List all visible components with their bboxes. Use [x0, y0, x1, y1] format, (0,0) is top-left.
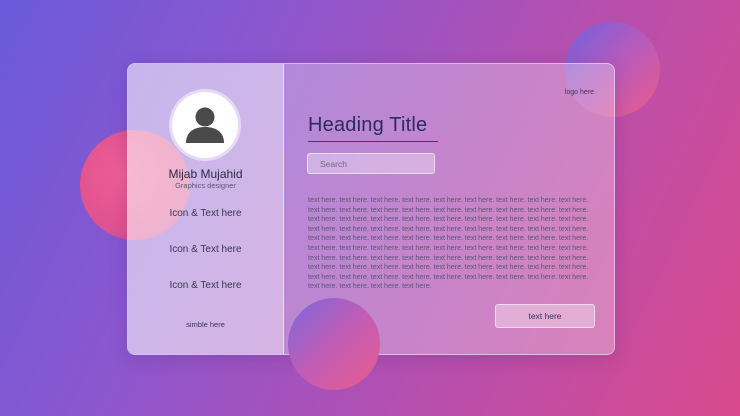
logo: logo here [564, 89, 594, 96]
page-title: Heading Title [308, 114, 428, 136]
sidebar: Mijab Mujahid Graphics designer Icon & T… [128, 64, 284, 354]
profile-name: Mijab Mujahid [168, 167, 243, 181]
search-input[interactable] [308, 154, 434, 174]
decorative-circle-bottom [288, 298, 380, 390]
profile-card: Mijab Mujahid Graphics designer Icon & T… [127, 63, 615, 355]
sidebar-item-3[interactable]: Icon & Text here [128, 280, 283, 291]
body-text: text here. text here. text here. text he… [308, 195, 589, 291]
sidebar-item-2[interactable]: Icon & Text here [128, 244, 283, 255]
user-icon [186, 107, 224, 143]
sidebar-footer: simble here [186, 320, 225, 329]
sidebar-item-1[interactable]: Icon & Text here [128, 208, 283, 219]
title-underline [308, 141, 438, 142]
search-box[interactable] [307, 153, 435, 174]
text-here-button[interactable]: text here [495, 304, 595, 328]
profile-role: Graphics designer [175, 181, 236, 190]
avatar[interactable] [172, 92, 238, 158]
